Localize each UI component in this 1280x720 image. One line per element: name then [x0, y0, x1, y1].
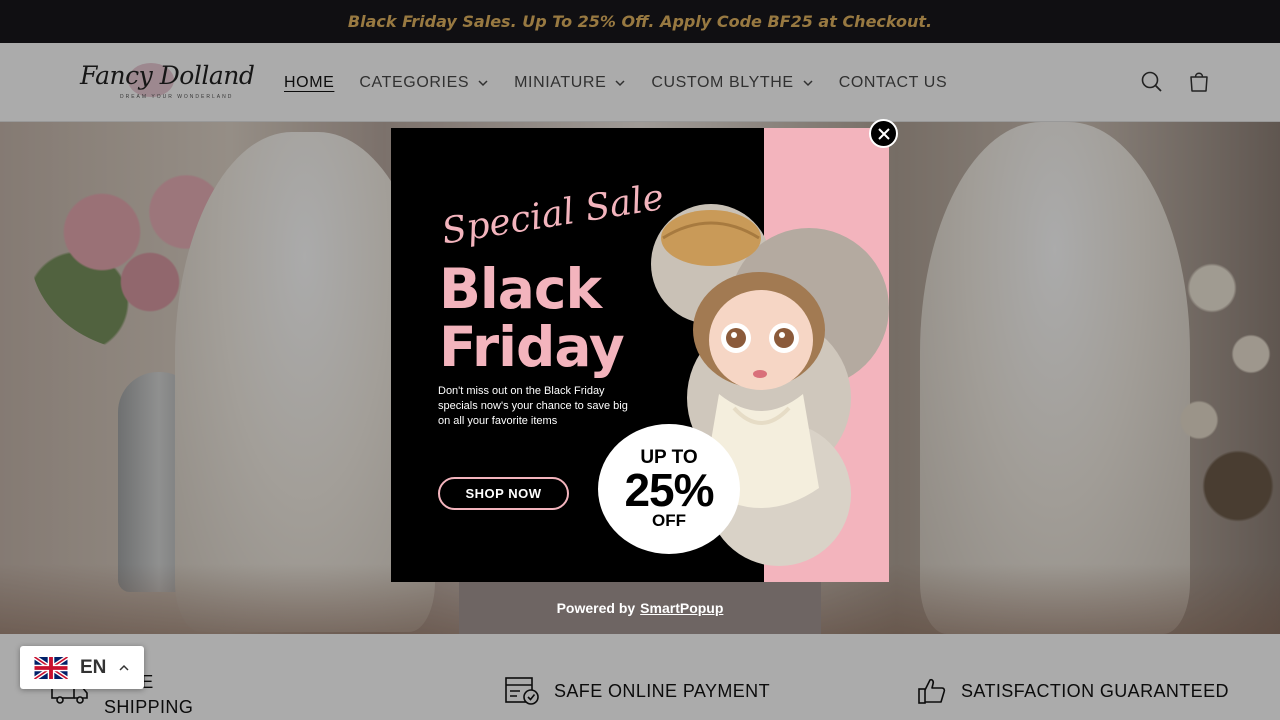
badge-line3: OFF — [652, 511, 686, 530]
popup-title: Black Friday — [439, 257, 625, 379]
popup-description: Don't miss out on the Black Friday speci… — [438, 385, 628, 427]
powered-by-bar: Powered by SmartPopup — [459, 582, 821, 634]
discount-badge: UP TO 25% OFF — [598, 424, 740, 554]
language-selector[interactable]: EN — [20, 646, 144, 689]
popup-title-line2: Friday — [439, 315, 625, 379]
popup-script-title: Special Sale — [439, 176, 667, 253]
chevron-up-icon — [119, 664, 129, 671]
badge-line2: 25% — [624, 464, 714, 516]
language-code: EN — [80, 656, 107, 678]
popup-title-line1: Black — [439, 257, 602, 321]
uk-flag-icon — [34, 656, 68, 679]
close-popup-button[interactable] — [869, 119, 898, 148]
smartpopup-link[interactable]: SmartPopup — [640, 600, 723, 616]
powered-by-text: Powered by — [556, 600, 636, 616]
close-icon — [877, 127, 890, 140]
shop-now-button[interactable]: SHOP NOW — [438, 477, 569, 510]
black-friday-popup: Special Sale Black Friday Don't miss out… — [391, 128, 889, 582]
